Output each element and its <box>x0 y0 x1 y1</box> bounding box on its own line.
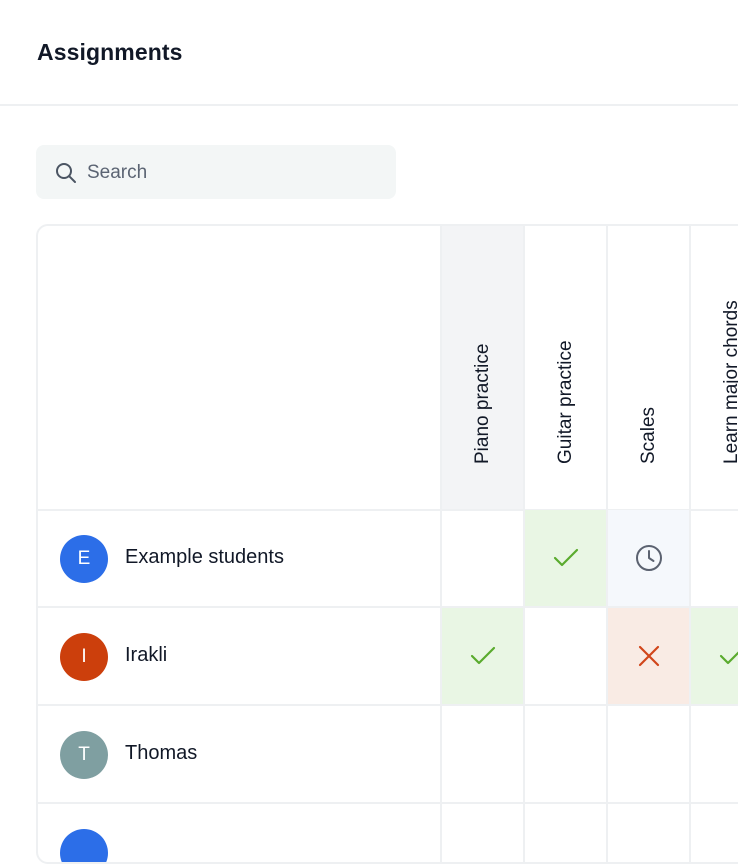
status-cell-missed[interactable] <box>606 608 689 704</box>
column-header-label: Scales <box>638 407 660 464</box>
page-header: Assignments <box>0 0 738 106</box>
status-cell-done[interactable] <box>523 510 606 606</box>
student-name: Example students <box>125 546 284 569</box>
status-cell-none[interactable] <box>606 706 689 802</box>
column-header-piano-practice[interactable]: Piano practice <box>440 226 523 510</box>
status-cell-none[interactable] <box>689 804 738 864</box>
avatar: T <box>60 731 108 779</box>
status-cell-done[interactable] <box>689 608 738 704</box>
clock-icon <box>634 543 664 573</box>
status-cell-none[interactable] <box>523 706 606 802</box>
status-cell-done[interactable] <box>440 608 523 704</box>
status-cell-none[interactable] <box>440 804 523 864</box>
status-cell-none[interactable] <box>606 804 689 864</box>
assignments-table: Piano practice Guitar practice Scales Learn… <box>36 224 738 864</box>
student-name: Thomas <box>125 742 197 765</box>
status-cell-none[interactable] <box>689 706 738 802</box>
status-cell-none[interactable] <box>440 510 523 606</box>
avatar: E <box>60 535 108 583</box>
avatar <box>60 829 108 864</box>
column-header-label: Guitar practice <box>555 340 577 464</box>
cross-icon <box>634 641 664 671</box>
search-input[interactable] <box>87 158 377 188</box>
column-header-label: Piano practice <box>472 344 494 464</box>
status-cell-none[interactable] <box>523 804 606 864</box>
column-header-label: Learn major chords <box>721 300 738 464</box>
status-cell-none[interactable] <box>523 608 606 704</box>
column-header-scales[interactable]: Scales <box>606 226 689 510</box>
check-icon <box>717 641 738 671</box>
column-header-guitar-practice[interactable]: Guitar practice <box>523 226 606 510</box>
table-row[interactable]: E Example students <box>38 510 738 608</box>
status-cell-none[interactable] <box>689 510 738 606</box>
avatar: I <box>60 633 108 681</box>
table-row[interactable] <box>38 804 738 864</box>
page-title: Assignments <box>37 39 183 66</box>
check-icon <box>551 543 581 573</box>
status-cell-pending[interactable] <box>606 510 689 606</box>
column-header-learn-major-chords[interactable]: Learn major chords <box>689 226 738 510</box>
table-row[interactable]: T Thomas <box>38 706 738 804</box>
search-icon <box>54 161 78 185</box>
student-name: Irakli <box>125 644 167 667</box>
table-row[interactable]: I Irakli <box>38 608 738 706</box>
status-cell-none[interactable] <box>440 706 523 802</box>
check-icon <box>468 641 498 671</box>
